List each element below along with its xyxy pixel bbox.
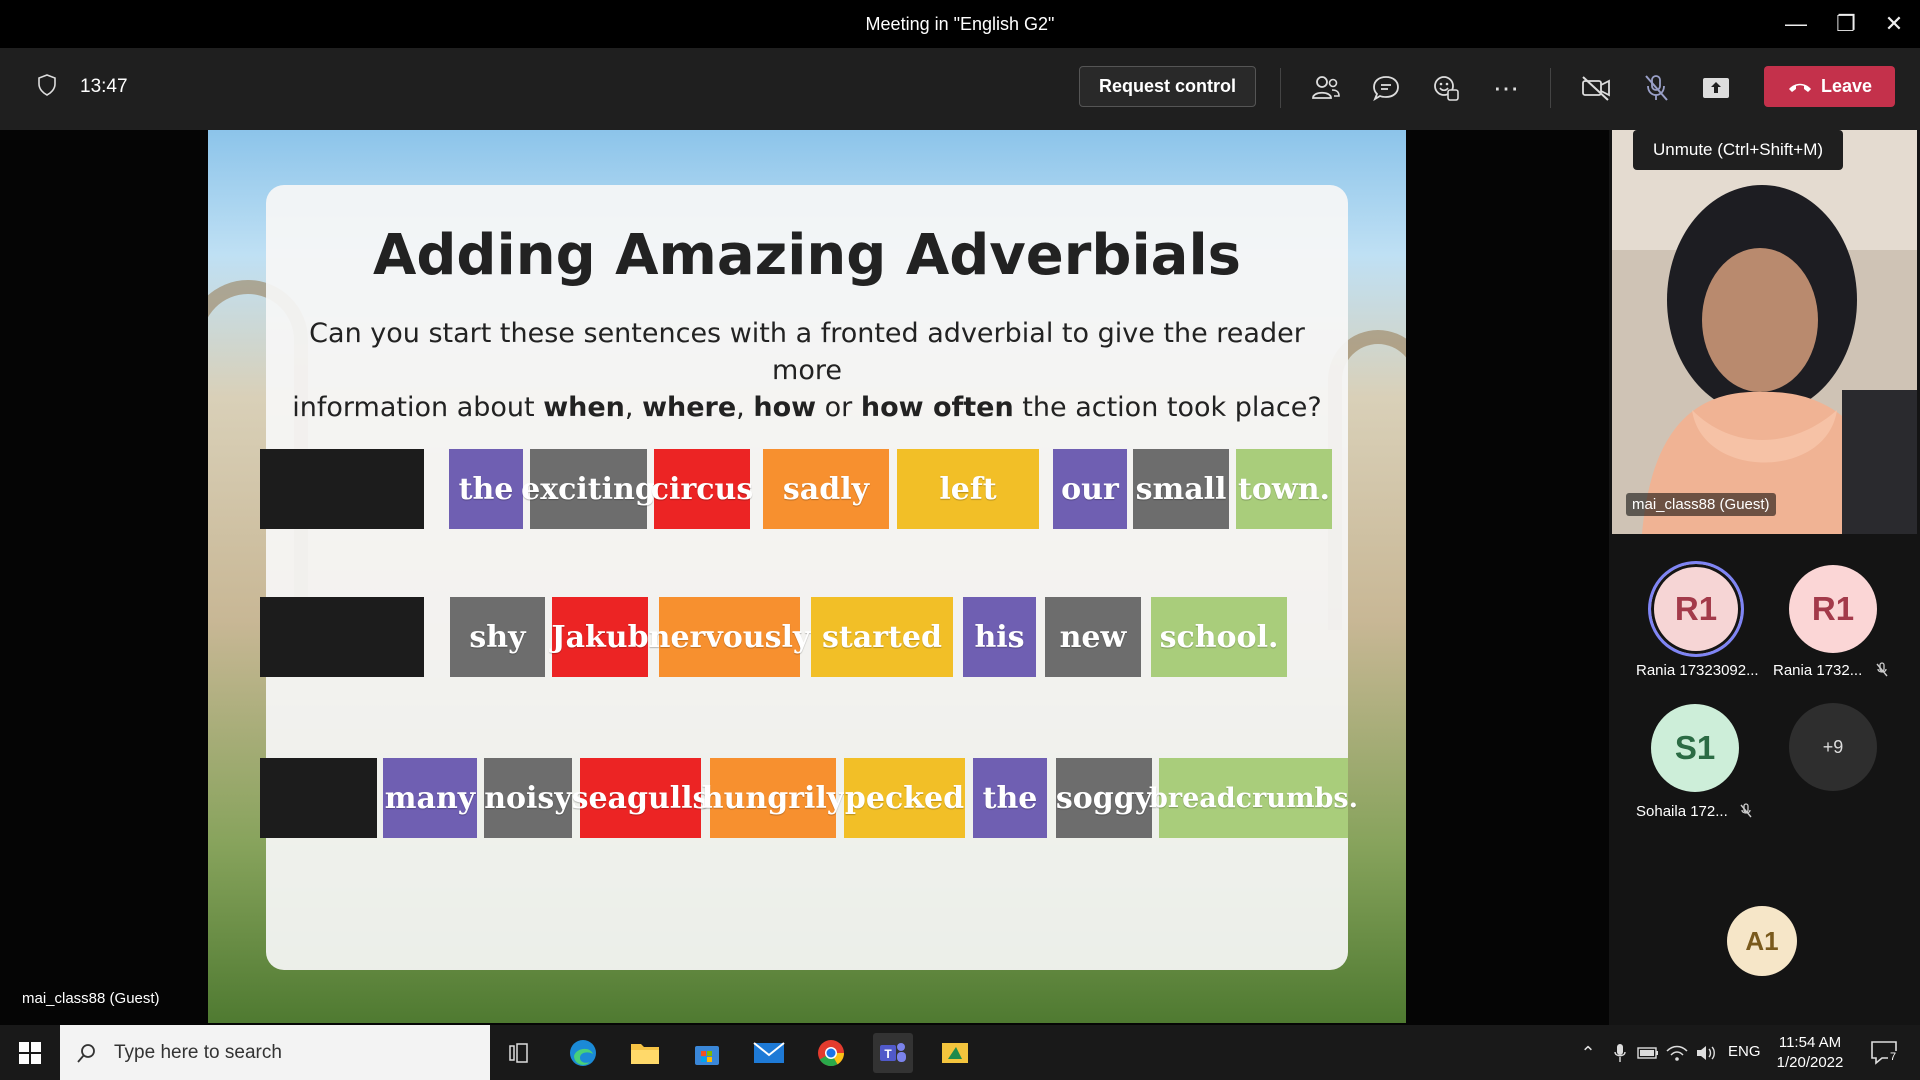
word-card: circus bbox=[651, 449, 753, 529]
microsoft-store-icon[interactable] bbox=[687, 1033, 727, 1073]
word-card: breadcrumbs. bbox=[1149, 758, 1358, 838]
word-card: new bbox=[1045, 597, 1141, 677]
notification-count: 7 bbox=[1888, 1051, 1899, 1063]
teams-icon[interactable]: T bbox=[873, 1033, 913, 1073]
participant-name: Sohaila 172... bbox=[1636, 803, 1728, 820]
word-card: nervously bbox=[649, 597, 810, 677]
app-icon[interactable] bbox=[935, 1033, 975, 1073]
self-video-name: mai_class88 (Guest) bbox=[1626, 493, 1776, 516]
instructions-text: , bbox=[624, 392, 643, 423]
participant-name: Rania 17323092... bbox=[1636, 662, 1759, 679]
volume-icon[interactable] bbox=[1686, 1033, 1726, 1073]
request-control-button[interactable]: Request control bbox=[1079, 66, 1256, 107]
instructions-line-1: Can you start these sentences with a fro… bbox=[309, 318, 1305, 386]
adverbial-blank bbox=[260, 758, 377, 838]
word-card: his bbox=[963, 597, 1036, 677]
svg-text:T: T bbox=[884, 1047, 892, 1061]
word-card: town. bbox=[1236, 449, 1332, 529]
notifications-icon[interactable]: 7 bbox=[1864, 1033, 1904, 1073]
presenter-label: mai_class88 (Guest) bbox=[22, 990, 160, 1007]
word-card: started bbox=[811, 597, 953, 677]
mail-icon[interactable] bbox=[749, 1033, 789, 1073]
more-options-icon[interactable]: ⋯ bbox=[1488, 70, 1524, 106]
chrome-icon[interactable] bbox=[811, 1033, 851, 1073]
word-card: the bbox=[973, 758, 1047, 838]
meeting-toolbar: 13:47 Request control ⋯ Leave bbox=[0, 48, 1920, 130]
word-card: the bbox=[449, 449, 523, 529]
keyword-how-often: how often bbox=[860, 392, 1014, 423]
word-card: exciting bbox=[521, 449, 656, 529]
restore-icon[interactable]: ❐ bbox=[1826, 8, 1866, 40]
mic-off-icon bbox=[1740, 803, 1752, 818]
file-explorer-icon[interactable] bbox=[625, 1033, 665, 1073]
word-card: school. bbox=[1151, 597, 1287, 677]
reactions-icon[interactable] bbox=[1428, 70, 1464, 106]
microphone-muted-icon[interactable] bbox=[1638, 70, 1674, 106]
title-bar: Meeting in "English G2" — ❐ ✕ bbox=[0, 0, 1920, 48]
minimize-icon[interactable]: — bbox=[1776, 8, 1816, 40]
windows-start-icon[interactable] bbox=[10, 1033, 50, 1073]
avatar[interactable]: S1 bbox=[1651, 704, 1739, 792]
instructions-text: , bbox=[736, 392, 754, 423]
word-card: Jakub bbox=[551, 597, 649, 677]
task-view-icon[interactable] bbox=[500, 1033, 540, 1073]
slide-title: Adding Amazing Adverbials bbox=[373, 223, 1241, 288]
word-card: noisy bbox=[484, 758, 572, 838]
keyword-where: where bbox=[642, 392, 737, 423]
word-card: shy bbox=[450, 597, 545, 677]
word-card: sadly bbox=[763, 449, 889, 529]
clock-time: 11:54 AM bbox=[1778, 1034, 1842, 1051]
shared-slide: Adding Amazing Adverbials Can you start … bbox=[208, 130, 1406, 1023]
avatar[interactable]: R1 bbox=[1648, 561, 1744, 657]
adverbial-blank bbox=[260, 597, 424, 677]
clock-date: 1/20/2022 bbox=[1776, 1054, 1844, 1071]
chat-icon[interactable] bbox=[1368, 70, 1404, 106]
camera-off-icon[interactable] bbox=[1578, 70, 1614, 106]
toolbar-divider bbox=[1550, 68, 1551, 108]
shield-icon bbox=[38, 74, 56, 96]
avatar[interactable]: R1 bbox=[1789, 565, 1877, 653]
taskbar-search[interactable]: Type here to search bbox=[60, 1025, 490, 1080]
search-icon bbox=[77, 1043, 95, 1063]
word-card: soggy bbox=[1056, 758, 1152, 838]
word-card: left bbox=[897, 449, 1039, 529]
close-icon[interactable]: ✕ bbox=[1874, 8, 1914, 40]
share-screen-icon[interactable] bbox=[1698, 70, 1734, 106]
self-video-tile[interactable]: mai_class88 (Guest) bbox=[1612, 130, 1917, 534]
toolbar-divider bbox=[1280, 68, 1281, 108]
word-card: hungrily bbox=[702, 758, 844, 838]
meeting-timer: 13:47 bbox=[80, 76, 128, 97]
system-clock[interactable]: 11:54 AM 1/20/2022 bbox=[1770, 1033, 1850, 1073]
keyword-when: when bbox=[543, 392, 625, 423]
input-language[interactable]: ENG bbox=[1728, 1043, 1761, 1060]
leave-label: Leave bbox=[1820, 76, 1873, 96]
slide-panel: Adding Amazing Adverbials Can you start … bbox=[260, 185, 1358, 970]
mic-off-icon bbox=[1876, 662, 1888, 677]
adverbial-blank bbox=[260, 449, 424, 529]
avatar[interactable]: A1 bbox=[1727, 906, 1797, 976]
word-card: pecked bbox=[844, 758, 965, 838]
slide-instructions: Can you start these sentences with a fro… bbox=[276, 315, 1338, 426]
participants-icon[interactable] bbox=[1308, 70, 1344, 106]
search-placeholder: Type here to search bbox=[114, 1041, 282, 1063]
leave-button[interactable]: Leave bbox=[1764, 66, 1895, 107]
word-card: seagulls bbox=[572, 758, 709, 838]
keyword-how: how bbox=[753, 392, 817, 423]
participant-video bbox=[1612, 130, 1917, 534]
unmute-tooltip: Unmute (Ctrl+Shift+M) bbox=[1633, 130, 1843, 170]
word-card: many bbox=[383, 758, 477, 838]
instructions-text: or bbox=[816, 392, 861, 423]
taskbar: Type here to search T ⌃ ENG 11:54 AM 1/2… bbox=[0, 1025, 1920, 1080]
phone-hangup-icon bbox=[1788, 83, 1811, 92]
participant-name: Rania 1732... bbox=[1773, 662, 1863, 679]
instructions-text: information about bbox=[292, 392, 544, 423]
instructions-text: the action took place? bbox=[1013, 392, 1322, 423]
more-participants-button[interactable]: +9 bbox=[1789, 703, 1877, 791]
edge-browser-icon[interactable] bbox=[563, 1033, 603, 1073]
word-card: small bbox=[1133, 449, 1229, 529]
window-title: Meeting in "English G2" bbox=[865, 14, 1055, 34]
word-card: our bbox=[1053, 449, 1127, 529]
